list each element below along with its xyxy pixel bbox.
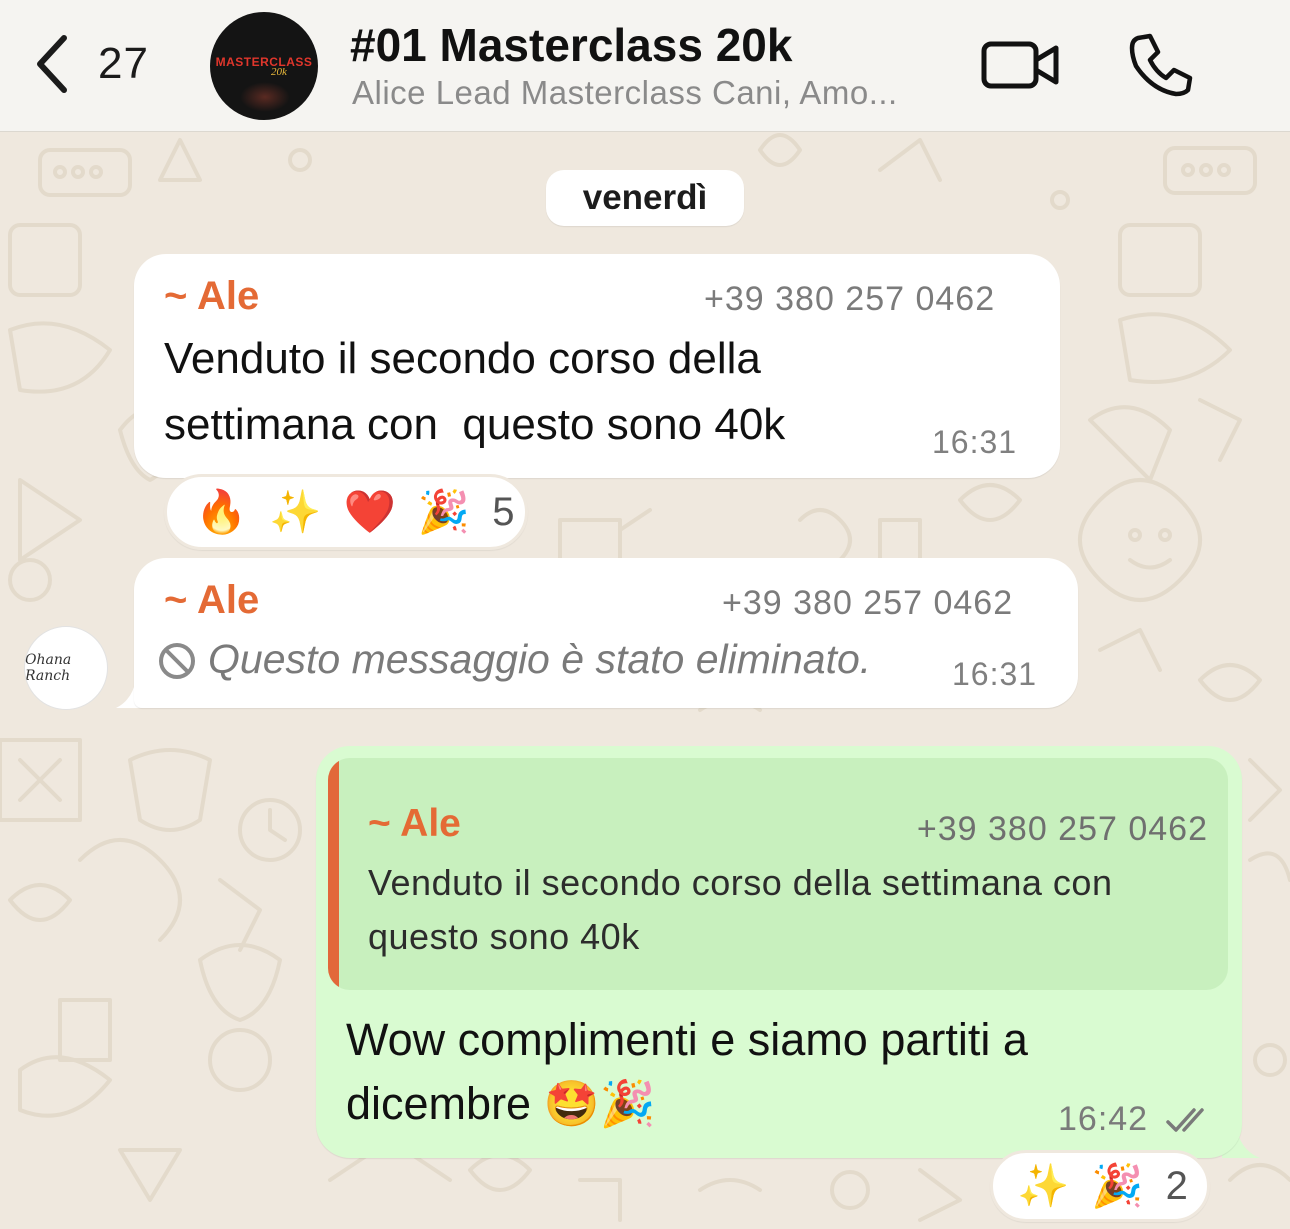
reaction-count: 5 (492, 489, 515, 534)
deleted-message-icon (159, 643, 195, 679)
quoted-sender-phone: +39 380 257 0462 (916, 810, 1208, 848)
group-title[interactable]: #01 Masterclass 20k (350, 18, 792, 72)
message-time: 16:42 (1058, 1100, 1149, 1138)
message-bubble-deleted[interactable]: ~ Ale +39 380 257 0462 Questo messaggio … (134, 558, 1078, 708)
chevron-left-icon (37, 35, 67, 93)
avatar-text-20k: 20k (271, 65, 287, 78)
message-text-line2: settimana con questo sono 40k (164, 400, 786, 449)
sender-name[interactable]: ~ Ale (164, 274, 259, 319)
message-time: 16:31 (932, 424, 1018, 460)
party-popper-reaction-icon: 🎉 (417, 487, 471, 536)
read-receipt-icon (1166, 1108, 1204, 1132)
group-members[interactable]: Alice Lead Masterclass Cani, Amo... (352, 74, 898, 112)
heart-reaction-icon: ❤️ (343, 487, 396, 536)
message-reactions[interactable]: 🔥 ✨ ❤️ 🎉 5 (164, 474, 528, 550)
quote-bar (328, 758, 339, 990)
back-button[interactable]: 27 (30, 32, 170, 96)
chat-header: 27 MASTERCLASS 20k #01 Masterclass 20k A… (0, 0, 1290, 132)
phone-icon[interactable] (1128, 32, 1194, 98)
message-text-line1: Venduto il secondo corso della (164, 334, 761, 383)
message-bubble-outgoing[interactable]: ~ Ale +39 380 257 0462 Venduto il second… (316, 746, 1242, 1158)
unread-count: 27 (98, 39, 149, 88)
sender-phone[interactable]: +39 380 257 0462 (722, 584, 1013, 623)
group-avatar[interactable]: MASTERCLASS 20k (210, 12, 318, 120)
quoted-message[interactable]: ~ Ale +39 380 257 0462 Venduto il second… (328, 758, 1228, 990)
video-camera-icon[interactable] (980, 38, 1062, 92)
sparkles-reaction-icon: ✨ (269, 487, 322, 536)
quoted-sender-name: ~ Ale (368, 802, 461, 845)
message-text-line1: Wow complimenti e siamo partiti a (346, 1014, 1028, 1065)
date-separator: venerdì (546, 170, 744, 226)
avatar-text-masterclass: MASTERCLASS (215, 54, 313, 69)
message-reactions[interactable]: ✨ 🎉 2 (990, 1150, 1210, 1222)
quoted-text: Venduto il secondo corso della settimana… (368, 862, 1113, 957)
message-time: 16:31 (952, 656, 1038, 692)
fire-reaction-icon: 🔥 (195, 487, 248, 536)
deleted-message-text: Questo messaggio è stato eliminato. (208, 636, 872, 682)
message-bubble-incoming[interactable]: ~ Ale +39 380 257 0462 Venduto il second… (134, 254, 1060, 478)
reaction-count: 2 (1165, 1163, 1188, 1208)
member-avatar-text: Ohana Ranch (25, 652, 72, 684)
avatar-glow (240, 82, 290, 112)
party-popper-reaction-icon: 🎉 (1091, 1161, 1144, 1210)
sparkles-reaction-icon: ✨ (1017, 1161, 1070, 1210)
sender-name[interactable]: ~ Ale (164, 578, 259, 623)
sender-phone[interactable]: +39 380 257 0462 (704, 280, 995, 319)
member-avatar[interactable]: Ohana Ranch (24, 626, 108, 710)
